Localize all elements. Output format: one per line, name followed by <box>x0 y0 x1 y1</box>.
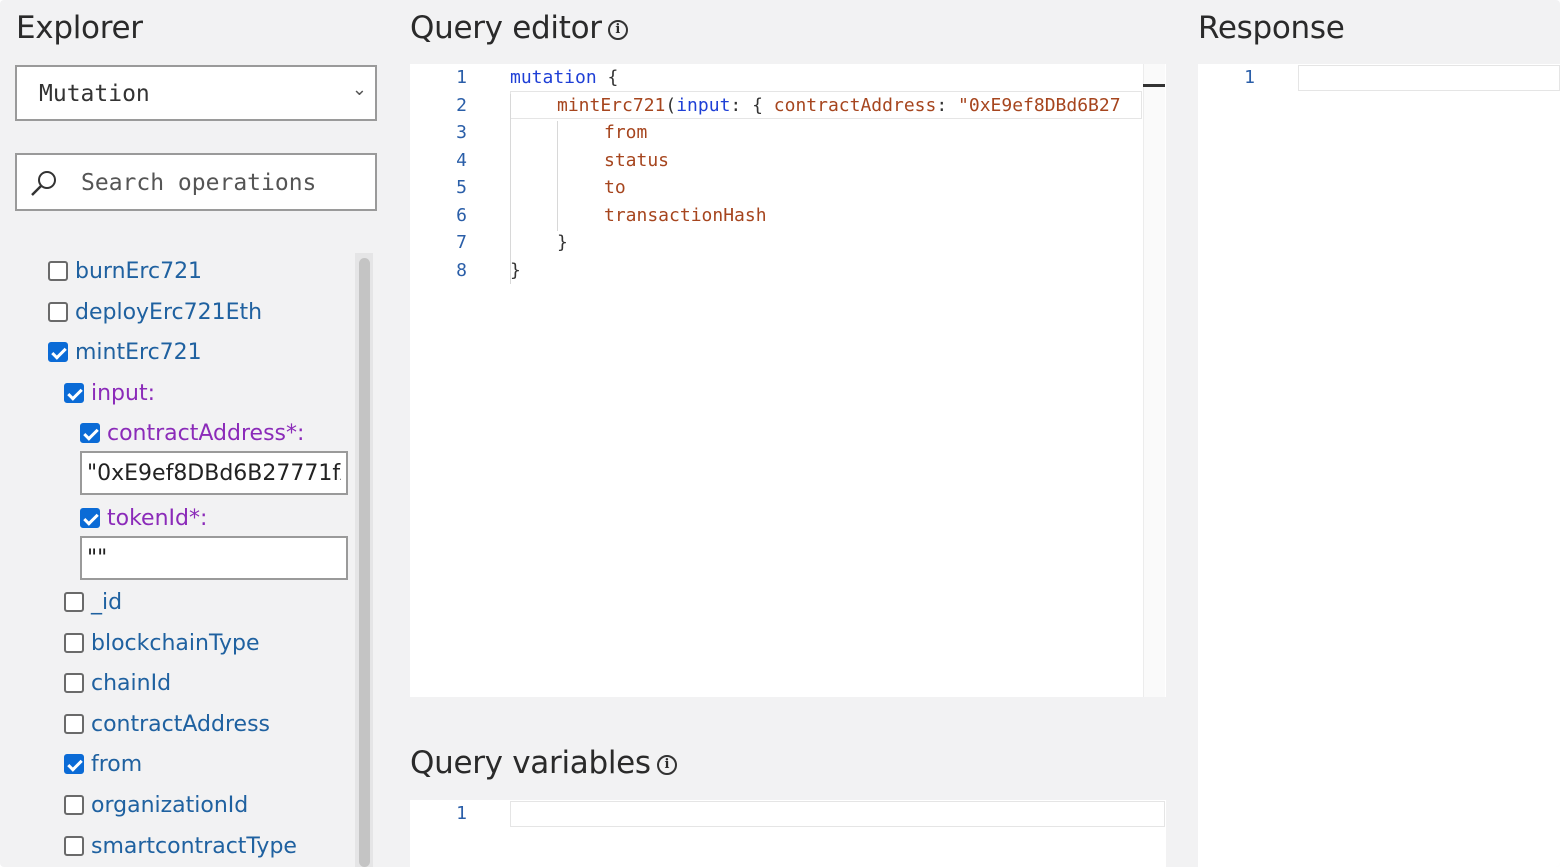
checkbox-checked[interactable] <box>64 383 84 403</box>
line-number: 5 <box>456 177 467 198</box>
code-line-8: } <box>510 260 521 281</box>
indent-guide <box>557 121 558 231</box>
line-number: 7 <box>456 232 467 253</box>
arg-label: input: <box>91 380 156 406</box>
query-editor-heading: Query editor i <box>410 10 628 46</box>
token-id-input[interactable] <box>80 536 348 580</box>
checkbox-checked[interactable] <box>80 508 100 528</box>
operation-label: burnErc721 <box>75 258 203 284</box>
field-label: organizationId <box>91 792 249 818</box>
info-icon[interactable]: i <box>607 19 628 40</box>
field-label: chainId <box>91 670 172 696</box>
field-label: smartcontractType <box>91 833 297 859</box>
line-number: 6 <box>456 205 467 226</box>
field-item-from[interactable]: from <box>64 749 142 779</box>
field-item-blockchaintype[interactable]: blockchainType <box>64 628 259 658</box>
operation-label: mintErc721 <box>75 339 202 365</box>
checkbox-checked[interactable] <box>64 754 84 774</box>
field-label: contractAddress <box>91 711 270 737</box>
operation-label: deployErc721Eth <box>75 299 263 325</box>
field-label: from <box>91 751 143 777</box>
editor-scrollbar[interactable] <box>1143 64 1165 697</box>
checkbox[interactable] <box>64 795 84 815</box>
line-number: 1 <box>456 803 467 824</box>
operation-item-deployerc721eth[interactable]: deployErc721Eth <box>48 297 262 327</box>
line-number: 8 <box>456 260 467 281</box>
line-number: 2 <box>456 95 467 116</box>
code-line-1: mutation { <box>510 67 619 88</box>
checkbox-checked[interactable] <box>80 423 100 443</box>
field-item-id[interactable]: _id <box>64 587 122 617</box>
arg-item-contract-address[interactable]: contractAddress*: <box>80 418 304 448</box>
code-line-7: } <box>557 232 568 253</box>
operations-tree: burnErc721 deployErc721Eth mintErc721 in… <box>30 253 360 867</box>
search-operations-box[interactable] <box>15 153 377 211</box>
field-item-smartcontracttype[interactable]: smartcontractType <box>64 831 297 861</box>
checkbox[interactable] <box>64 673 84 693</box>
line-number: 4 <box>456 150 467 171</box>
field-item-contractaddress[interactable]: contractAddress <box>64 709 270 739</box>
code-line-6: transactionHash <box>604 205 767 226</box>
field-item-chainid[interactable]: chainId <box>64 668 171 698</box>
arg-label: contractAddress*: <box>107 420 305 446</box>
arg-label: tokenId*: <box>107 505 208 531</box>
graphql-playground: Explorer Mutation ⌄ burnErc721 deployErc… <box>0 0 1560 867</box>
line-number: 3 <box>456 122 467 143</box>
search-icon <box>31 171 56 196</box>
contract-address-input[interactable] <box>80 451 348 495</box>
arg-item-token-id[interactable]: tokenId*: <box>80 503 207 533</box>
operation-item-burnerc721[interactable]: burnErc721 <box>48 256 202 286</box>
query-editor-title: Query editor <box>410 10 602 46</box>
field-label: _id <box>91 589 123 615</box>
indent-guide <box>510 94 511 284</box>
operation-type-select[interactable]: Mutation ⌄ <box>15 65 377 121</box>
checkbox[interactable] <box>48 261 68 281</box>
arg-item-input[interactable]: input: <box>64 378 155 408</box>
code-line-5: to <box>604 177 626 198</box>
explorer-title: Explorer <box>16 10 143 46</box>
code-line-3: from <box>604 122 648 143</box>
line-number: 1 <box>1244 67 1255 88</box>
code-line-4: status <box>604 150 670 171</box>
code-line-2: mintErc721(input: { contractAddress: "0x… <box>557 95 1121 116</box>
line-number: 1 <box>456 67 467 88</box>
response-viewer: 1 <box>1198 64 1560 867</box>
query-editor[interactable]: 1 2 3 4 5 6 7 8 mutation { mintErc721(in… <box>410 64 1166 697</box>
editor-overview-marker <box>1143 84 1165 87</box>
field-label: blockchainType <box>91 630 260 656</box>
query-variables-editor[interactable]: 1 <box>410 800 1166 867</box>
query-variables-heading: Query variables i <box>410 745 677 781</box>
search-operations-input[interactable] <box>81 165 366 201</box>
checkbox[interactable] <box>64 714 84 734</box>
operation-type-value: Mutation <box>39 81 150 107</box>
checkbox[interactable] <box>48 302 68 322</box>
checkbox-checked[interactable] <box>48 342 68 362</box>
checkbox[interactable] <box>64 592 84 612</box>
info-icon[interactable]: i <box>656 754 677 775</box>
response-title: Response <box>1198 10 1345 46</box>
active-line-highlight <box>1298 65 1560 91</box>
checkbox[interactable] <box>64 633 84 653</box>
query-variables-title: Query variables <box>410 745 651 781</box>
field-item-organizationid[interactable]: organizationId <box>64 790 248 820</box>
checkbox[interactable] <box>64 836 84 856</box>
operation-item-minterc721[interactable]: mintErc721 <box>48 337 202 367</box>
chevron-down-icon: ⌄ <box>351 79 367 99</box>
explorer-scrollbar-thumb[interactable] <box>359 258 370 867</box>
active-line-highlight <box>510 801 1165 827</box>
